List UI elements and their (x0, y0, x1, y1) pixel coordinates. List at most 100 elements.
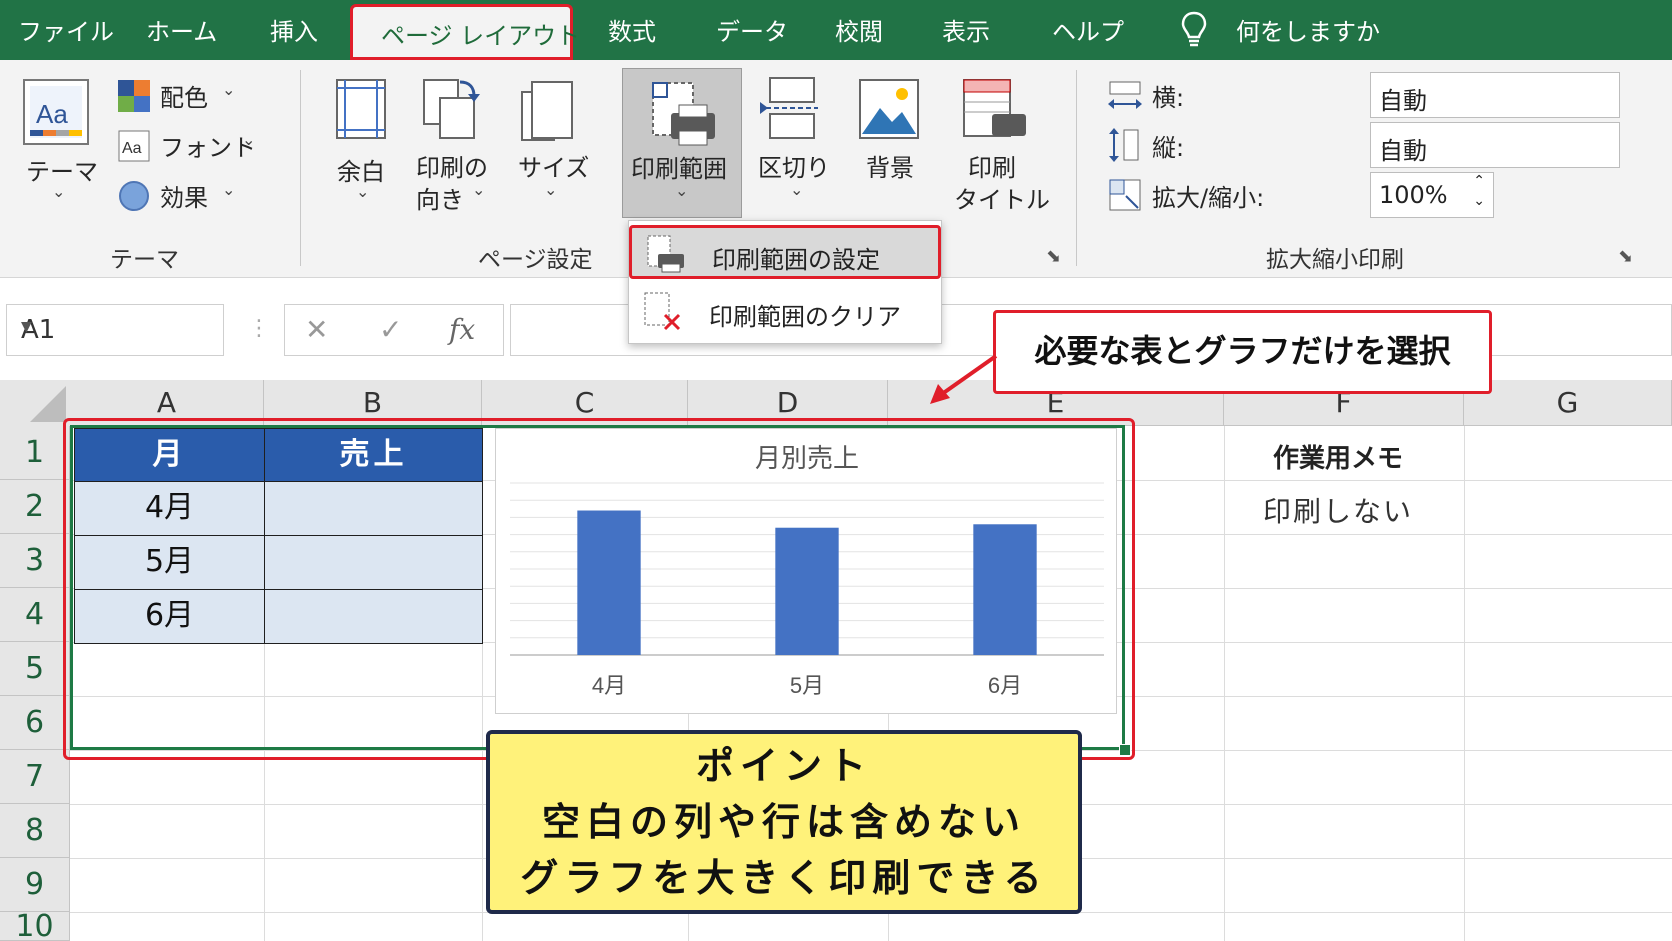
print-area-dropdown: 印刷範囲の設定 印刷範囲のクリア (628, 220, 942, 344)
scale-spinner[interactable]: 100% ⌃ ⌄ (1370, 172, 1494, 218)
width-label: 横: (1152, 84, 1185, 112)
row-header-6[interactable]: 6 (0, 696, 70, 750)
clear-print-area-item[interactable]: 印刷範囲のクリア (629, 285, 941, 339)
margins-icon (336, 79, 386, 139)
width-icon (1108, 81, 1142, 109)
height-icon (1109, 128, 1139, 162)
selection-range (70, 425, 1125, 750)
spin-up-icon[interactable]: ⌃ (1473, 173, 1485, 189)
chevron-down-icon: ⌄ (222, 180, 236, 199)
chevron-down-icon: ⌄ (1379, 85, 1393, 104)
tab-home[interactable]: ホーム (146, 12, 217, 47)
group-label-themes: テーマ (110, 247, 179, 273)
breaks-icon (760, 77, 818, 139)
callout-point: ポイント 空白の列や行は含めない グラフを大きく印刷できる (486, 730, 1082, 914)
background-icon (859, 79, 919, 139)
size-button[interactable]: サイズ (518, 148, 589, 183)
callout-point-title: ポイント (695, 744, 872, 788)
row-header-7[interactable]: 7 (0, 750, 70, 804)
orientation-label-2[interactable]: 向き (416, 180, 464, 215)
fonts-icon: Aa (118, 130, 150, 162)
row-header-1[interactable]: 1 (0, 426, 70, 480)
scale-value: 100% (1379, 181, 1448, 209)
insert-function-icon[interactable]: fx (449, 313, 475, 346)
chevron-down-icon: ⌄ (675, 181, 689, 200)
set-print-area-label: 印刷範囲の設定 (712, 246, 880, 274)
enter-icon[interactable]: ✓ (379, 313, 402, 346)
svg-text:Aa: Aa (122, 140, 142, 157)
row-header-10[interactable]: 10 (0, 912, 70, 941)
grip-icon: ⋮ (248, 316, 270, 341)
arrow-callout-to-selection (930, 354, 998, 404)
print-titles-label-1[interactable]: 印刷 (968, 148, 1016, 183)
colors-button[interactable]: 配色 (160, 78, 208, 113)
page-setup-launcher-icon[interactable]: ⬊ (1046, 246, 1061, 267)
tab-file[interactable]: ファイル (18, 12, 114, 47)
tab-page-layout-label: ページ レイアウト (381, 22, 581, 50)
clear-print-area-icon (644, 292, 681, 331)
chevron-down-icon: ⌄ (242, 130, 256, 149)
chevron-down-icon: ⌄ (790, 180, 804, 199)
row-header-9[interactable]: 9 (0, 858, 70, 912)
background-button[interactable]: 背景 (866, 148, 914, 183)
colors-icon (118, 80, 150, 112)
height-select[interactable]: 自動 ⌄ (1370, 122, 1620, 168)
tab-formulas[interactable]: 数式 (608, 12, 656, 47)
width-select[interactable]: 自動 ⌄ (1370, 72, 1620, 118)
size-icon (521, 81, 573, 141)
callout-point-line: 空白の列や行は含めない (541, 800, 1026, 844)
chevron-down-icon: ⌄ (52, 182, 66, 201)
scale-label: 拡大/縮小: (1152, 184, 1265, 212)
print-area-button[interactable]: 印刷範囲 ⌄ (622, 68, 742, 218)
memo-header[interactable]: 作業用メモ (1228, 438, 1448, 475)
chevron-down-icon: ▼ (21, 319, 32, 335)
chevron-down-icon: ⌄ (1379, 135, 1393, 154)
lightbulb-icon (1181, 11, 1207, 47)
effects-icon (119, 181, 149, 211)
svg-text:Aa: Aa (36, 99, 68, 129)
tell-me-search[interactable]: 何をしますか (1236, 12, 1380, 47)
orientation-label-1[interactable]: 印刷の (416, 148, 488, 183)
memo-value[interactable]: 印刷しない (1228, 490, 1448, 530)
tab-help[interactable]: ヘルプ (1052, 12, 1124, 47)
scale-icon (1109, 179, 1141, 211)
tab-view[interactable]: 表示 (942, 12, 990, 47)
group-separator (1076, 70, 1077, 266)
height-label: 縦: (1152, 134, 1185, 162)
scale-launcher-icon[interactable]: ⬊ (1618, 246, 1633, 267)
row-header-2[interactable]: 2 (0, 480, 70, 534)
tab-data[interactable]: データ (716, 12, 788, 47)
tab-review[interactable]: 校閲 (835, 12, 883, 47)
row-header-8[interactable]: 8 (0, 804, 70, 858)
group-label-page-setup: ページ設定 (478, 247, 593, 273)
spin-down-icon[interactable]: ⌄ (1473, 193, 1485, 209)
tab-insert[interactable]: 挿入 (270, 12, 318, 47)
chevron-down-icon: ⌄ (544, 180, 558, 199)
cancel-icon[interactable]: ✕ (305, 313, 328, 346)
themes-icon[interactable]: Aa (22, 78, 92, 148)
effects-button[interactable]: 効果 (160, 178, 208, 213)
orientation-icon (423, 79, 480, 139)
row-header-5[interactable]: 5 (0, 642, 70, 696)
callout-point-line: グラフを大きく印刷できる (520, 856, 1048, 900)
set-print-area-icon (647, 235, 684, 273)
row-header-3[interactable]: 3 (0, 534, 70, 588)
group-separator (300, 70, 301, 266)
chevron-down-icon: ⌄ (472, 180, 486, 199)
breaks-button[interactable]: 区切り (758, 148, 830, 183)
print-area-icon (652, 82, 715, 146)
clear-print-area-label: 印刷範囲のクリア (709, 303, 901, 331)
select-all-corner[interactable] (0, 380, 70, 426)
print-titles-icon (963, 79, 1026, 137)
formula-controls: ✕ ✓ fx (284, 304, 504, 356)
column-header-g[interactable]: G (1464, 380, 1672, 426)
row-header-4[interactable]: 4 (0, 588, 70, 642)
chevron-down-icon: ⌄ (356, 182, 370, 201)
menu-bar: ファイル ホーム 挿入 ページ レイアウト 数式 データ 校閲 表示 ヘルプ 何… (0, 0, 1672, 60)
name-box[interactable]: A1 ▼ (6, 304, 224, 356)
print-titles-label-2[interactable]: タイトル (954, 180, 1050, 215)
fill-handle[interactable] (1119, 744, 1131, 756)
print-area-label: 印刷範囲 (631, 155, 727, 183)
set-print-area-item[interactable]: 印刷範囲の設定 (629, 225, 941, 279)
tab-page-layout[interactable]: ページ レイアウト (350, 4, 580, 60)
